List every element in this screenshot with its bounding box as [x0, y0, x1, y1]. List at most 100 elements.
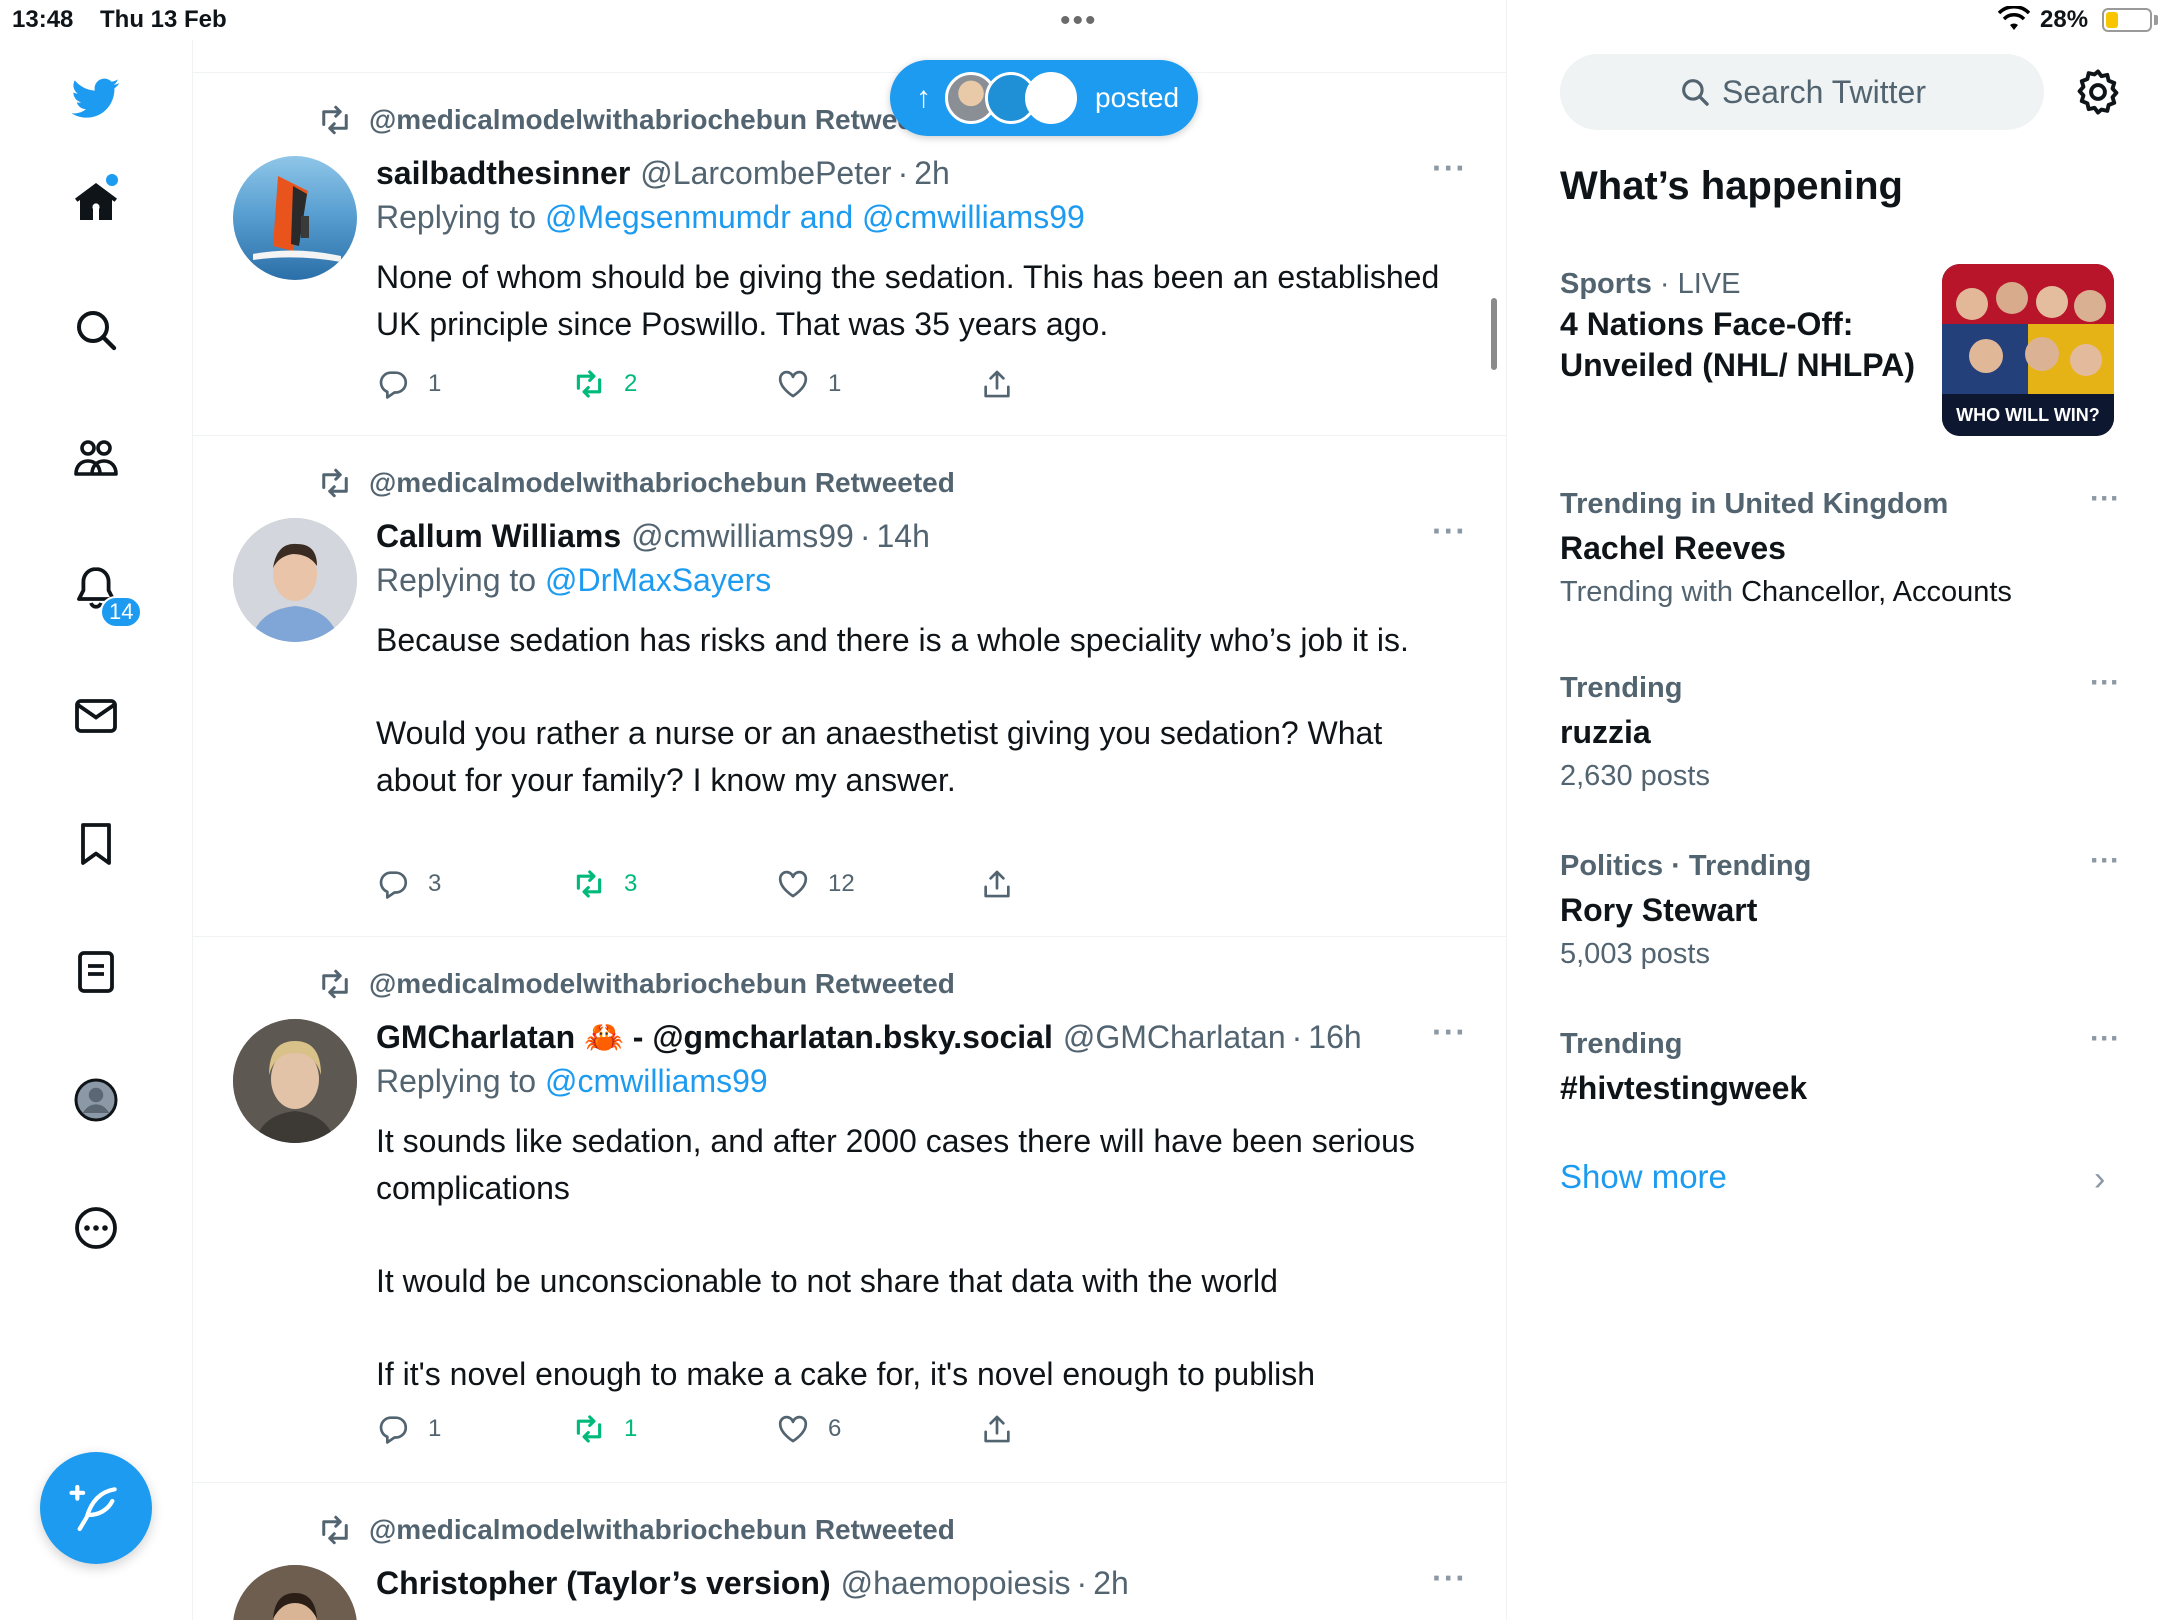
tweet-time[interactable]: 14h [877, 518, 930, 555]
settings-gear-icon[interactable] [2072, 66, 2124, 118]
tweet[interactable]: @medicalmodelwithabriochebun Retweeted s… [193, 73, 1506, 436]
retweet-button[interactable]: 1 [572, 1409, 637, 1449]
trend-status: LIVE [1677, 268, 1741, 300]
author-name[interactable]: GMCharlatan 🦀 - @gmcharlatan.bsky.social [376, 1018, 1053, 1056]
show-more-link[interactable]: Show more [1560, 1158, 1727, 1196]
share-icon [984, 870, 1010, 898]
trend-more-icon[interactable]: ··· [2090, 482, 2120, 516]
author-handle[interactable]: @cmwilliams99 [631, 518, 854, 555]
trend-item[interactable]: Politics · Trending Rory Stewart 5,003 p… [1560, 844, 2120, 976]
status-time: 13:48 [12, 6, 74, 33]
avatar[interactable] [233, 518, 357, 642]
heart-icon [778, 1415, 808, 1443]
home-icon[interactable] [64, 170, 128, 234]
trend-category: Trending [1560, 1028, 1683, 1060]
replying-to-link[interactable]: @DrMaxSayers [545, 562, 771, 598]
tweet[interactable]: @medicalmodelwithabriochebun Retweeted C… [193, 436, 1506, 937]
tweet-time[interactable]: 2h [1093, 1565, 1129, 1602]
trend-item[interactable]: Sports · LIVE 4 Nations Face-Off: Unveil… [1560, 262, 1920, 386]
trend-item[interactable]: Trending in United Kingdom Rachel Reeves… [1560, 482, 2120, 614]
tweet[interactable]: @medicalmodelwithabriochebun Retweeted G… [193, 937, 1506, 1483]
share-button[interactable] [980, 1409, 1032, 1449]
retweet-button[interactable]: 2 [572, 364, 637, 404]
tweet-more-icon[interactable]: ··· [1432, 1560, 1467, 1597]
author-handle[interactable]: @GMCharlatan [1063, 1019, 1286, 1056]
retweeted-by-label: @medicalmodelwithabriochebun Retweeted [369, 1514, 955, 1545]
reply-button[interactable]: 3 [376, 864, 441, 904]
home-unread-dot [106, 174, 118, 186]
tweet-header: Callum Williams @cmwilliams99 · 14h [376, 513, 1467, 559]
trend-title: ruzzia [1560, 714, 1651, 750]
trend-title: 4 Nations Face-Off: Unveiled (NHL/ NHLPA… [1560, 306, 1915, 383]
trend-more-icon[interactable]: ··· [2090, 1022, 2120, 1056]
trend-title: #hivtestingweek [1560, 1070, 1808, 1106]
retweet-icon [322, 969, 348, 999]
trend-image-caption: WHO WILL WIN? [1956, 405, 2100, 425]
bookmarks-icon[interactable] [64, 812, 128, 876]
tweet-paragraph: It sounds like sedation, and after 2000 … [376, 1123, 1415, 1206]
reply-count: 3 [428, 870, 442, 897]
whats-happening-title: What’s happening [1560, 164, 1903, 208]
right-sidebar: Search Twitter What’s happening Sports ·… [1508, 0, 2160, 1620]
like-button[interactable]: 6 [776, 1409, 841, 1449]
lists-icon[interactable] [64, 940, 128, 1004]
tweet-more-icon[interactable]: ··· [1432, 513, 1467, 550]
twitter-logo-icon[interactable] [64, 66, 128, 130]
avatar[interactable] [233, 1565, 357, 1620]
retweet-context: @medicalmodelwithabriochebun Retweeted [317, 100, 955, 140]
notifications-badge: 14 [100, 596, 143, 628]
retweet-context: @medicalmodelwithabriochebun Retweeted [317, 463, 955, 503]
tweet-more-icon[interactable]: ··· [1432, 150, 1467, 187]
avatar[interactable] [233, 156, 357, 280]
messages-envelope-icon[interactable] [64, 684, 128, 748]
reply-count: 1 [428, 1415, 442, 1442]
trend-item[interactable]: Trending ruzzia 2,630 posts ··· [1560, 666, 2120, 798]
trend-image[interactable]: WHO WILL WIN? [1942, 264, 2114, 436]
tweet[interactable]: @medicalmodelwithabriochebun Retweeted C… [193, 1483, 1506, 1620]
search-input[interactable]: Search Twitter [1560, 54, 2044, 130]
retweet-icon [322, 468, 348, 498]
tweet-text: It sounds like sedation, and after 2000 … [376, 1118, 1456, 1398]
replying-to-link[interactable]: @Megsenmumdr and @cmwilliams99 [545, 199, 1085, 235]
separator: · [897, 154, 909, 191]
profile-avatar-icon[interactable] [64, 1068, 128, 1132]
compose-tweet-button[interactable] [40, 1452, 152, 1564]
more-options-icon[interactable] [64, 1196, 128, 1260]
reply-button[interactable]: 1 [376, 1409, 441, 1449]
separator: · [1651, 268, 1678, 300]
retweet-icon [576, 870, 602, 898]
tweet-header: sailbadthesinner @LarcombePeter · 2h [376, 150, 1467, 196]
tweet-paragraph: If it's novel enough to make a cake for,… [376, 1356, 1316, 1392]
replying-to: Replying to @cmwilliams99 [376, 1063, 768, 1100]
communities-icon[interactable] [64, 426, 128, 490]
explore-search-icon[interactable] [64, 298, 128, 362]
trend-item[interactable]: Trending #hivtestingweek ··· [1560, 1022, 2120, 1110]
share-button[interactable] [980, 364, 1032, 404]
trend-more-icon[interactable]: ··· [2090, 666, 2120, 700]
like-button[interactable]: 12 [776, 864, 855, 904]
like-button[interactable]: 1 [776, 364, 841, 404]
tweet-more-icon[interactable]: ··· [1432, 1014, 1467, 1051]
tweet-time[interactable]: 16h [1308, 1019, 1361, 1056]
retweet-icon [576, 1415, 602, 1443]
like-count: 6 [828, 1415, 842, 1442]
share-icon [984, 370, 1010, 398]
trend-more-icon[interactable]: ··· [2090, 844, 2120, 878]
retweeted-by-label: @medicalmodelwithabriochebun Retweeted [369, 467, 955, 498]
tweet-time[interactable]: 2h [914, 155, 950, 192]
reply-icon [379, 371, 408, 399]
author-name[interactable]: Christopher (Taylor’s version) [376, 1565, 831, 1602]
new-posts-pill[interactable]: ↑ posted [890, 60, 1198, 136]
retweeted-by-label: @medicalmodelwithabriochebun Retweeted [369, 968, 955, 999]
replying-to-link[interactable]: @cmwilliams99 [545, 1063, 768, 1099]
author-name[interactable]: sailbadthesinner [376, 155, 630, 192]
retweet-button[interactable]: 3 [572, 864, 637, 904]
reply-button[interactable]: 1 [376, 364, 441, 404]
share-button[interactable] [980, 864, 1032, 904]
author-name[interactable]: Callum Williams [376, 518, 621, 555]
avatar[interactable] [233, 1019, 357, 1143]
author-handle[interactable]: @LarcombePeter [640, 155, 891, 192]
author-handle[interactable]: @haemopoiesis [841, 1565, 1071, 1602]
tweet-text: Because sedation has risks and there is … [376, 617, 1456, 804]
chevron-right-icon[interactable]: › [2094, 1160, 2105, 1199]
